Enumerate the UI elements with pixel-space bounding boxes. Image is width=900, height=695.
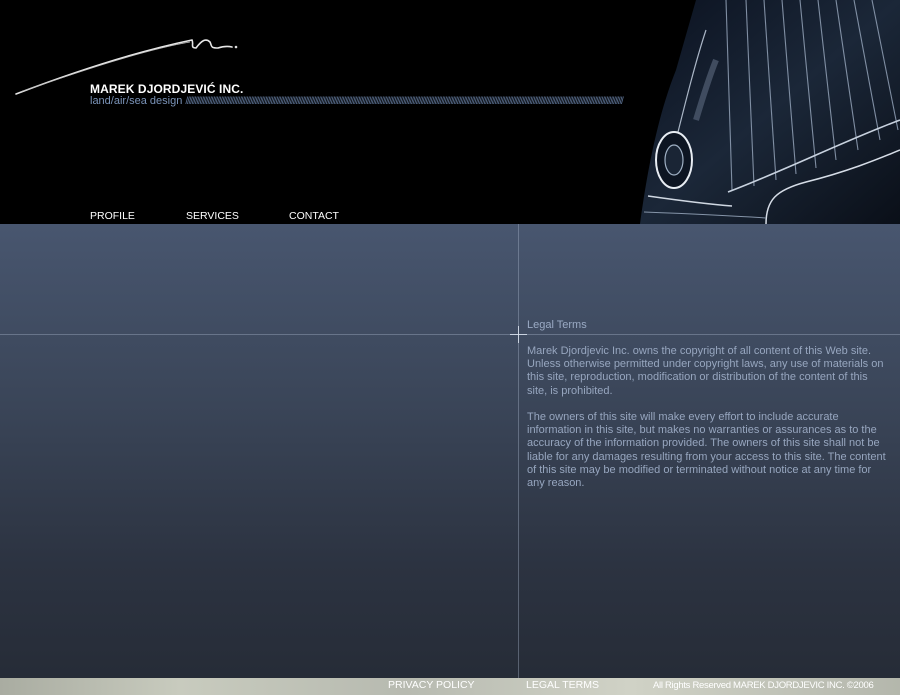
legal-paragraph-disclaimer: The owners of this site will make every …	[527, 411, 886, 490]
legal-terms-link[interactable]: LEGAL TERMS	[526, 679, 599, 691]
car-headlight-image	[636, 0, 900, 224]
company-name: MAREK DJORDJEVIĆ INC.	[90, 82, 244, 96]
tagline-slashes: ////////////////////////////////////////…	[185, 96, 623, 107]
legal-terms-body: Marek Djordjevic Inc. owns the copyright…	[527, 345, 889, 503]
page: MAREK DJORDJEVIĆ INC. land/air/sea desig…	[0, 0, 900, 695]
nav-services[interactable]: SERVICES	[186, 210, 239, 222]
guide-line-vertical	[518, 224, 519, 678]
tagline-text: land/air/sea design	[90, 95, 183, 107]
site-footer: PRIVACY POLICY LEGAL TERMS All Rights Re…	[0, 678, 900, 695]
site-header: MAREK DJORDJEVIĆ INC. land/air/sea desig…	[0, 0, 900, 224]
crosshair-vertical	[518, 326, 519, 343]
nav-profile[interactable]: PROFILE	[90, 210, 135, 222]
copyright-notice: All Rights Reserved MAREK DJORDJEVIC INC…	[653, 680, 874, 691]
privacy-policy-link[interactable]: PRIVACY POLICY	[388, 679, 475, 691]
guide-line-horizontal	[0, 334, 900, 335]
content-area: Legal Terms Marek Djordjevic Inc. owns t…	[0, 224, 900, 678]
nav-contact[interactable]: CONTACT	[289, 210, 339, 222]
legal-paragraph-copyright: Marek Djordjevic Inc. owns the copyright…	[527, 345, 884, 397]
legal-terms-heading: Legal Terms	[527, 319, 587, 331]
